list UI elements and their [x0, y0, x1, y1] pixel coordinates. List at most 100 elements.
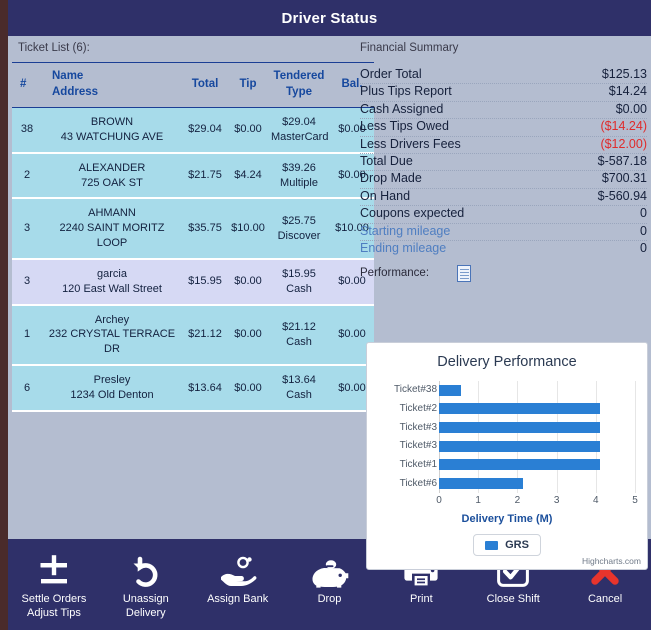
financial-summary-row: Plus Tips Report $14.24 [360, 84, 647, 102]
financial-row-label: Drop Made [360, 171, 422, 186]
cell-tendered-amount: $13.64 [282, 374, 316, 387]
piggy-bank-icon [311, 551, 349, 591]
dialog-body: Ticket List (6): # Name Address Total Ti… [8, 36, 651, 570]
chart-x-tick-label: 3 [553, 495, 560, 506]
financial-row-value: 0 [640, 223, 647, 238]
ticket-list-panel: Ticket List (6): # Name Address Total Ti… [12, 42, 374, 539]
table-row[interactable]: 6 Presley 1234 Old Denton $13.64 $0.00 $13.64… [12, 365, 374, 412]
cell-name-address: AHMANN 2240 SAINT MORITZ LOOP [42, 198, 182, 260]
performance-label: Performance: [360, 267, 430, 280]
legend-item-grs[interactable]: GRS [473, 534, 541, 556]
chart-bar[interactable] [439, 384, 461, 396]
financial-row-value: $700.31 [601, 171, 647, 186]
table-row[interactable]: 2 ALEXANDER 725 OAK ST $21.75 $4.24 $39.26 Mul… [12, 152, 374, 200]
chart-category-label: Ticket#38 [394, 384, 437, 396]
financial-summary-row: Drop Made $700.31 [360, 171, 647, 189]
chart-bar-slot [439, 478, 635, 490]
cell-customer-name: garcia [97, 267, 127, 280]
financial-row-value: 0 [640, 240, 647, 255]
table-row[interactable]: 3 AHMANN 2240 SAINT MORITZ LOOP $35.75 $10.0… [12, 198, 374, 260]
financial-summary-row[interactable]: Starting mileage 0 [360, 224, 647, 241]
hand-coin-icon [219, 551, 257, 591]
chart-bar[interactable] [439, 459, 600, 471]
cell-address: 43 WATCHUNG AVE [60, 130, 164, 143]
chart-bar[interactable] [439, 440, 600, 452]
cell-customer-name: Presley [93, 374, 131, 387]
column-header-name: Name [52, 70, 84, 82]
chart-gridline [635, 381, 636, 493]
cell-customer-name: Archey [94, 313, 130, 326]
cell-name-address: ALEXANDER 725 OAK ST [42, 152, 182, 200]
financial-row-value: $0.00 [615, 101, 647, 116]
financial-summary-row: On Hand $-560.94 [360, 189, 647, 207]
drop-button[interactable]: Drop [284, 545, 376, 628]
chart-credits[interactable]: Highcharts.com [582, 556, 641, 566]
financial-row-label: Plus Tips Report [360, 84, 452, 99]
chart-category-label: Ticket#2 [399, 402, 437, 414]
cell-tendered-amount: $21.12 [282, 321, 316, 334]
financial-summary-row[interactable]: Ending mileage 0 [360, 241, 647, 258]
table-row[interactable]: 38 BROWN 43 WATCHUNG AVE $29.04 $0.00 $29.04 M… [12, 107, 374, 154]
financial-row-label: Order Total [360, 67, 422, 81]
financial-row-value: ($12.00) [600, 136, 647, 151]
cell-ticket-number: 3 [12, 258, 42, 306]
cancel-label: Cancel [587, 593, 623, 605]
column-header-number[interactable]: # [12, 61, 42, 109]
financial-row-value: $-587.18 [597, 153, 647, 168]
financial-row-label: Cash Assigned [360, 101, 444, 116]
column-header-tip[interactable]: Tip [228, 61, 268, 109]
ticket-list-caption: Ticket List (6): [18, 42, 90, 54]
cell-address: 120 East Wall Street [62, 282, 162, 295]
cell-ticket-number: 6 [12, 365, 42, 412]
cell-ticket-number: 38 [12, 107, 42, 154]
table-row[interactable]: 3 garcia 120 East Wall Street $15.95 $0.00 $1… [12, 258, 374, 306]
chart-x-tick-label: 4 [593, 495, 599, 506]
column-header-name-address[interactable]: Name Address [42, 61, 182, 109]
assign-bank-button[interactable]: Assign Bank [192, 545, 284, 628]
financial-summary-row: Less Drivers Fees ($12.00) [360, 137, 647, 154]
cell-address: 2240 SAINT MORITZ LOOP [59, 222, 165, 250]
financial-row-label: Ending mileage [360, 240, 447, 255]
ticket-table-header: # Name Address Total Tip Tendered Type B… [12, 61, 374, 109]
financial-summary-panel: Financial Summary Order Total $125.13 Plus… [360, 42, 647, 285]
settle-orders-adjust-tips-button[interactable]: Settle Orders Adjust Tips [8, 545, 100, 628]
financial-summary-row: Total Due $-587.18 [360, 153, 647, 172]
cell-name-address: garcia 120 East Wall Street [42, 258, 182, 306]
chart-bar-slot [439, 422, 635, 434]
column-header-type: Type [286, 85, 312, 98]
unassign-delivery-button[interactable]: Unassign Delivery [100, 545, 192, 628]
financial-summary-rows: Order Total $125.13 Plus Tips Report $14.24… [360, 67, 647, 258]
table-row[interactable]: 1 Archey 232 CRYSTAL TERRACE DR $21.12 $0.00… [12, 304, 374, 367]
document-icon[interactable] [457, 264, 472, 282]
chart-bar[interactable] [439, 422, 600, 434]
cell-tendered-amount: $25.75 [282, 214, 316, 227]
column-header-tendered-type[interactable]: Tendered Type [268, 61, 330, 109]
cell-tip: $0.00 [228, 365, 268, 412]
column-header-tendered: Tendered [273, 70, 325, 82]
financial-row-label: Less Tips Owed [360, 119, 449, 134]
chart-x-tick-label: 1 [475, 495, 481, 506]
cell-tip: $10.00 [228, 198, 268, 260]
cell-tendered-type: $15.95 Cash [268, 258, 330, 306]
chart-plot [439, 381, 636, 493]
chart-bar[interactable] [439, 478, 524, 490]
cell-name-address: BROWN 43 WATCHUNG AVE [42, 107, 182, 154]
chart-x-axis-label: Delivery Time (M) [461, 513, 553, 525]
financial-row-label: Total Due [360, 153, 413, 168]
dialog-title: Driver Status [281, 9, 378, 27]
chart-bar[interactable] [439, 403, 600, 415]
screen-root: Driver Status Ticket List (6): # Name Ad… [0, 0, 651, 630]
chart-bar-slot [439, 403, 635, 415]
cell-ticket-number: 1 [12, 304, 42, 367]
financial-row-label: Coupons expected [360, 206, 465, 221]
cell-customer-name: BROWN [90, 116, 134, 129]
financial-summary-row: Order Total $125.13 [360, 67, 647, 85]
column-header-total[interactable]: Total [182, 61, 228, 109]
close-shift-label: Close Shift [486, 593, 540, 605]
chart-bar-slot [439, 440, 635, 452]
financial-summary-row: Cash Assigned $0.00 [360, 101, 647, 120]
cell-tip: $0.00 [228, 304, 268, 367]
cell-total: $29.04 [182, 107, 228, 154]
financial-summary-row: Coupons expected 0 [360, 206, 647, 224]
cell-tendered-amount: $15.95 [282, 267, 316, 280]
